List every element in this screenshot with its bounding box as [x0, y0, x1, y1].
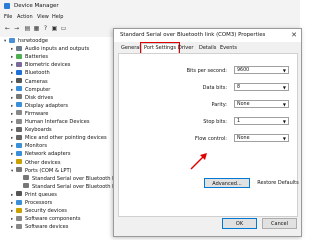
cancel-button[interactable]: Cancel [262, 218, 297, 229]
computer-icon [9, 37, 15, 43]
chevron-down-icon: ▼ [282, 68, 286, 73]
menu-action[interactable]: Action [17, 14, 33, 20]
bits-per-second-label: Bits per second: [186, 68, 227, 74]
device-manager-icon [4, 3, 10, 9]
flow-control-select[interactable]: None ▼ [234, 134, 289, 142]
advanced-button[interactable]: Advanced... [204, 178, 250, 188]
warning-icon [16, 159, 22, 164]
device-icon [16, 223, 22, 229]
tab-events[interactable]: Events [218, 44, 239, 53]
chevron-down-icon: ▼ [282, 119, 286, 124]
keyboard-icon [16, 126, 22, 132]
tab-driver[interactable]: Driver [176, 44, 195, 53]
scan-icon[interactable]: ▣ [51, 25, 58, 32]
tree-item-label: Monitors [25, 143, 48, 150]
tree-item-label: Print queues [25, 191, 57, 198]
lock-icon [16, 207, 22, 213]
stop-bits-select[interactable]: 1 ▼ [234, 117, 289, 125]
tree-item-label: Computer [25, 86, 51, 93]
tree-item-label: Other devices [25, 159, 61, 166]
fingerprint-icon [16, 61, 22, 67]
menu-file[interactable]: File [4, 14, 12, 20]
flow-control-label: Flow control: [194, 136, 227, 142]
data-bits-value: 8 [237, 85, 241, 90]
close-icon[interactable]: ✕ [291, 31, 297, 39]
restore-defaults-button[interactable]: Restore Defaults [257, 178, 299, 188]
forward-icon[interactable]: → [13, 25, 20, 32]
tree-item-label: Cameras [25, 78, 48, 85]
camera-icon [16, 78, 22, 83]
flow-control-value: None [237, 136, 250, 141]
monitor-icon [16, 142, 22, 148]
mouse-icon [16, 134, 22, 140]
chip-icon [16, 110, 22, 116]
network-icon [16, 150, 22, 156]
back-icon[interactable]: ← [4, 25, 11, 32]
display-icon [16, 102, 22, 108]
data-bits-label: Data bits: [202, 85, 227, 91]
menu-help[interactable]: Help [52, 14, 63, 20]
tree-item-label: Standard Serial over Bluetooth lin [32, 183, 119, 190]
port-settings-panel: Bits per second: 9600 ▼ Data bits: 8 ▼ Par… [118, 53, 299, 217]
tree-item-label: Ports (COM & LPT) [25, 167, 72, 174]
window-title: Device Manager [14, 3, 59, 9]
chevron-down-icon: ▼ [282, 85, 286, 90]
cpu-icon [16, 199, 22, 205]
tree-item-label: Biometric devices [25, 62, 71, 69]
speaker-icon [16, 45, 22, 51]
ok-button[interactable]: OK [222, 218, 257, 229]
battery-icon [16, 53, 22, 59]
chevron-down-icon: ▼ [282, 102, 286, 107]
chevron-down-icon: ▼ [282, 136, 286, 141]
tree-item-label: Audio inputs and outputs [25, 46, 90, 53]
tab-details[interactable]: Details [197, 44, 218, 53]
tree-item-label: hsrwtoodge [18, 38, 48, 44]
hid-icon [16, 118, 22, 124]
list-icon[interactable]: ▦ [33, 25, 40, 32]
port-icon [16, 167, 22, 173]
tree-item-label: Human Interface Devices [25, 119, 90, 125]
tree-item-label: Network adapters [25, 151, 71, 158]
disk-icon [16, 94, 22, 100]
tree-item-label: Security devices [25, 208, 67, 215]
stop-bits-value: 1 [237, 119, 241, 124]
port-icon [23, 175, 29, 181]
device-tree: ▾ hsrwtoodge ▸ Audio inputs and outputs ▸ Bat… [0, 37, 120, 235]
dialog-title-bar: Standard Serial over Bluetooth link (COM… [114, 29, 301, 42]
dialog-title: Standard Serial over Bluetooth link (COM… [120, 32, 266, 38]
tree-item-label: Bluetooth [25, 70, 50, 77]
tree-item-label: Software devices [25, 224, 69, 231]
bits-per-second-select[interactable]: 9600 ▼ [234, 66, 289, 74]
tree-item-label: Firmware [25, 110, 49, 117]
monitor-icon[interactable]: ▭ [60, 25, 67, 32]
tree-item-label: Disk drives [25, 94, 54, 101]
parity-value: None [237, 102, 250, 107]
menu-view[interactable]: View [37, 14, 49, 20]
bluetooth-icon [16, 69, 22, 75]
tree-item-label: Keyboards [25, 127, 52, 134]
parity-select[interactable]: None ▼ [234, 100, 289, 108]
parity-label: Parity: [211, 102, 227, 108]
tree-item-label: Mice and other pointing devices [25, 135, 107, 142]
tree-item-label: Batteries [25, 54, 49, 61]
data-bits-select[interactable]: 8 ▼ [234, 83, 289, 91]
tree-item-label: Standard Serial over Bluetooth lin [32, 175, 119, 182]
help-icon[interactable]: ? [42, 25, 49, 32]
menu-bar: File Action View Help [0, 13, 300, 21]
tree-item-label: Processors [25, 200, 53, 206]
printer-icon [16, 191, 22, 197]
stop-bits-label: Stop bits: [203, 119, 227, 125]
bits-per-second-value: 9600 [237, 68, 250, 73]
properties-dialog: Standard Serial over Bluetooth link (COM… [113, 28, 302, 237]
tree-item-label: Software components [25, 216, 81, 223]
tree-item-label: Display adapters [25, 102, 68, 109]
properties-icon[interactable]: ▤ [24, 25, 31, 32]
tree-item[interactable]: ▸ Software devices [11, 223, 68, 232]
tab-general[interactable]: General [119, 44, 143, 53]
port-icon [23, 183, 29, 189]
monitor-icon [16, 86, 22, 92]
component-icon [16, 215, 22, 221]
title-bar: Device Manager [0, 0, 300, 12]
tab-strip: General Port Settings Driver Details Eve… [118, 42, 298, 55]
